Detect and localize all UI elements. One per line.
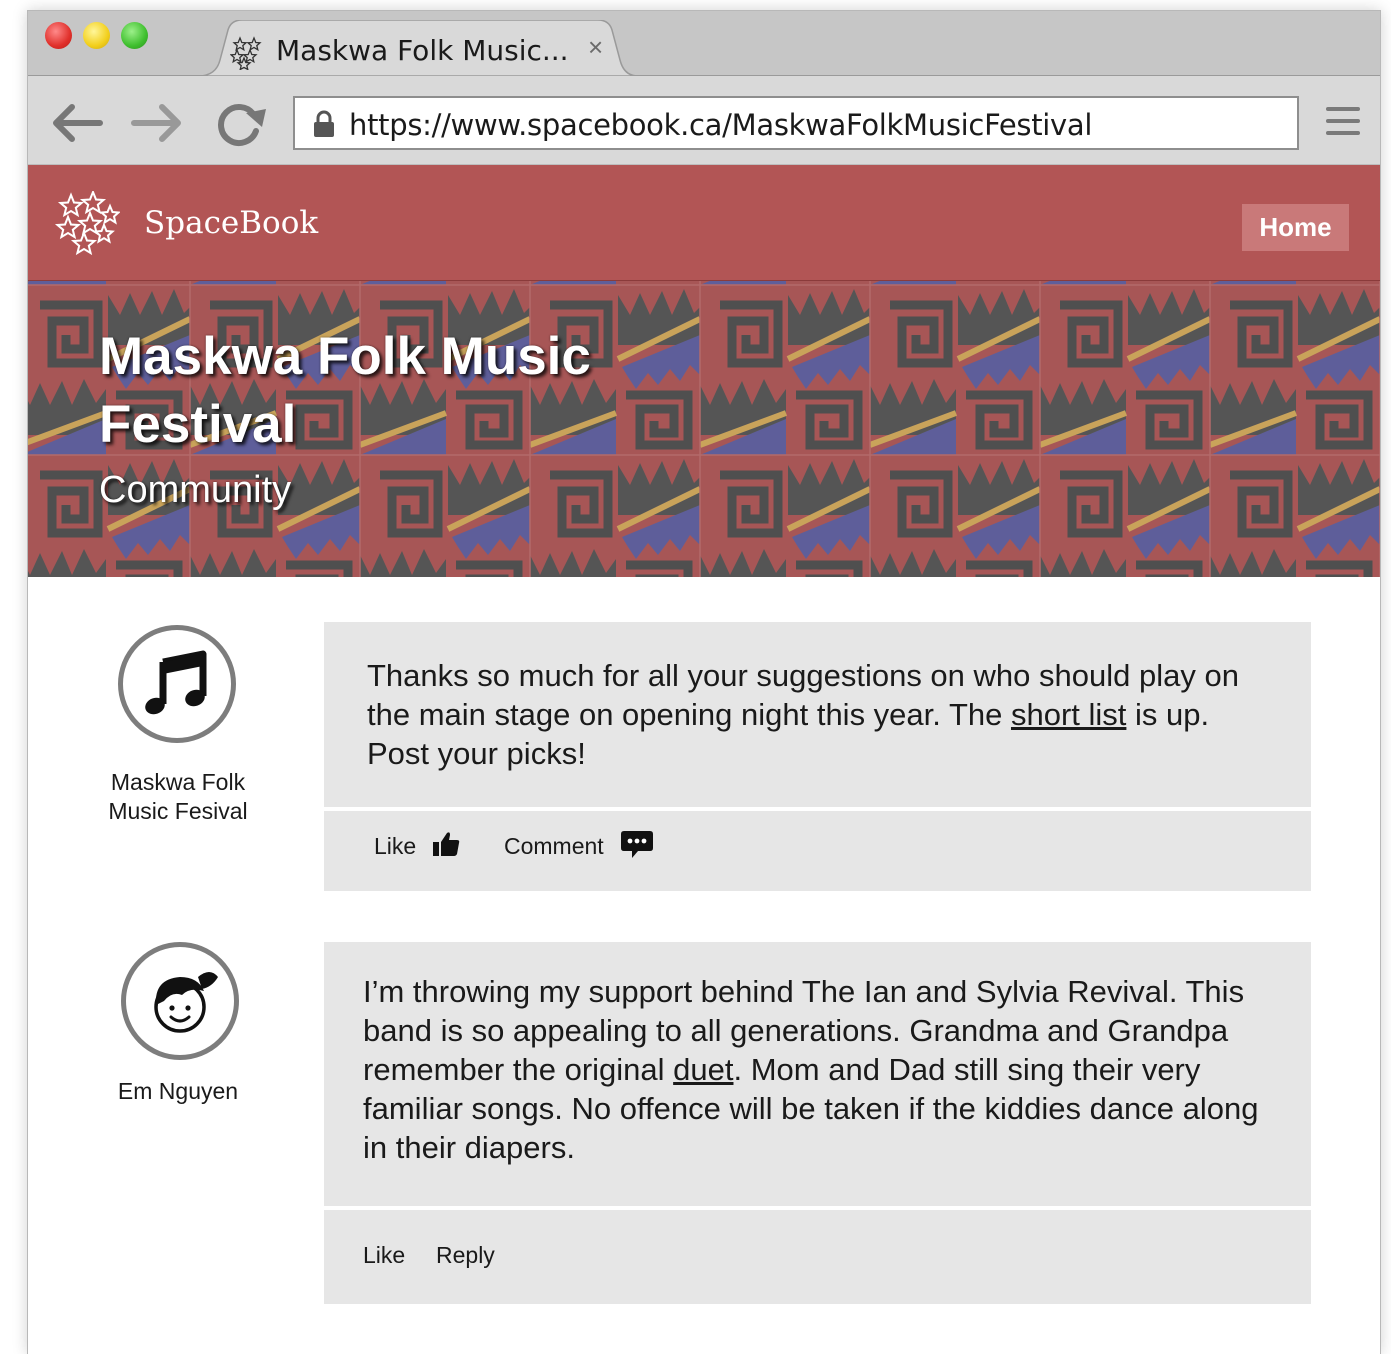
browser-menu-button[interactable] bbox=[1326, 107, 1360, 141]
post-actions: Like Reply bbox=[324, 1210, 1311, 1304]
address-bar[interactable]: https://www.spacebook.ca/MaskwaFolkMusic… bbox=[293, 96, 1299, 150]
post-author-line-2: Music Fesival bbox=[108, 798, 248, 824]
post-text: Thanks so much for all your suggestions … bbox=[367, 656, 1272, 773]
page-title: Maskwa Folk Music Festival bbox=[99, 323, 719, 459]
like-label: Like bbox=[374, 833, 417, 859]
page-category: Community bbox=[99, 469, 292, 511]
post-author[interactable]: Maskwa Folk Music Fesival bbox=[88, 768, 268, 826]
post-body: Thanks so much for all your suggestions … bbox=[324, 622, 1311, 807]
tab-strip: Maskwa Folk Music... × bbox=[28, 11, 1380, 76]
duet-link[interactable]: duet bbox=[673, 1052, 733, 1087]
back-button[interactable] bbox=[46, 97, 106, 149]
post-actions: Like Comment bbox=[324, 811, 1311, 891]
home-button[interactable]: Home bbox=[1242, 204, 1349, 251]
post-text: I’m throwing my support behind The Ian a… bbox=[363, 972, 1273, 1167]
comment-button[interactable]: Comment bbox=[504, 830, 654, 861]
reload-button[interactable] bbox=[210, 97, 270, 149]
avatar[interactable] bbox=[121, 942, 239, 1060]
browser-chrome: Maskwa Folk Music... × https://www.space… bbox=[28, 11, 1380, 165]
zoom-window-button[interactable] bbox=[121, 22, 148, 49]
like-button[interactable]: Like bbox=[363, 1242, 405, 1269]
arrow-left-icon bbox=[53, 104, 103, 142]
post-body: I’m throwing my support behind The Ian a… bbox=[324, 942, 1311, 1206]
comment-bubble-icon bbox=[621, 830, 654, 858]
lock-icon bbox=[314, 110, 334, 137]
forward-button[interactable] bbox=[128, 97, 188, 149]
cover-banner: Maskwa Folk Music Festival Community bbox=[28, 281, 1380, 577]
arrow-right-icon bbox=[131, 104, 181, 142]
reply-button[interactable]: Reply bbox=[436, 1242, 495, 1269]
spacebook-favicon-icon bbox=[230, 36, 262, 70]
browser-tab[interactable]: Maskwa Folk Music... × bbox=[198, 20, 638, 76]
url-text[interactable]: https://www.spacebook.ca/MaskwaFolkMusic… bbox=[349, 108, 1092, 142]
post-author[interactable]: Em Nguyen bbox=[88, 1077, 268, 1106]
comment-label: Comment bbox=[504, 833, 604, 859]
spacebook-logo-icon bbox=[54, 191, 120, 256]
minimize-window-button[interactable] bbox=[83, 22, 110, 49]
like-button[interactable]: Like bbox=[374, 832, 461, 860]
short-list-link[interactable]: short list bbox=[1011, 697, 1126, 732]
site-header: SpaceBook Home bbox=[28, 165, 1380, 282]
reload-icon bbox=[218, 104, 266, 146]
tab-title: Maskwa Folk Music... bbox=[276, 34, 569, 67]
tab-close-icon[interactable]: × bbox=[588, 32, 603, 63]
browser-window: Maskwa Folk Music... × https://www.space… bbox=[27, 10, 1381, 1354]
girl-face-icon bbox=[154, 972, 218, 1033]
avatar[interactable] bbox=[118, 625, 236, 743]
site-name[interactable]: SpaceBook bbox=[144, 205, 318, 241]
music-note-icon bbox=[145, 650, 207, 715]
thumbs-up-icon bbox=[432, 832, 459, 856]
post-author-line-1: Maskwa Folk bbox=[110, 769, 246, 795]
close-window-button[interactable] bbox=[45, 22, 72, 49]
page-title-line-2: Festival bbox=[99, 395, 297, 454]
page-title-line-1: Maskwa Folk Music bbox=[99, 327, 591, 386]
